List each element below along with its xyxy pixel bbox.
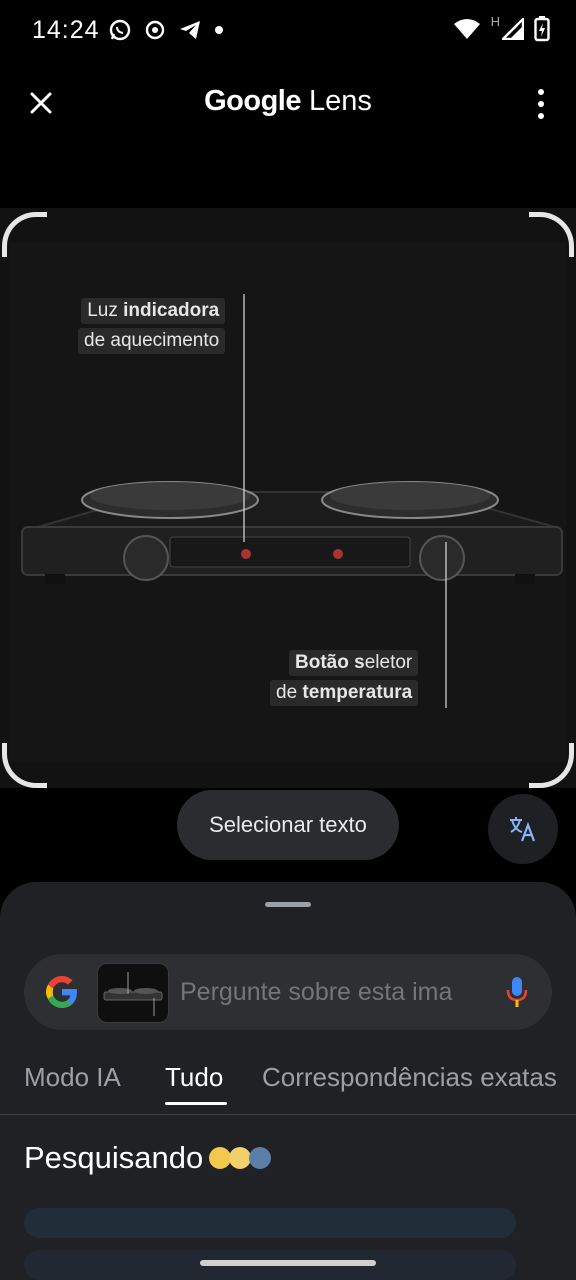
- callout-temperature-knob-line2: de temperatura: [270, 680, 419, 706]
- searching-label: Pesquisando: [24, 1140, 204, 1175]
- app-title: Google Lens: [0, 85, 576, 118]
- app-title-google: Google: [204, 85, 301, 117]
- face-emoji-icon: [229, 1147, 252, 1169]
- mic-icon[interactable]: [506, 976, 528, 1008]
- dot-icon: [215, 26, 223, 34]
- lens-image-area[interactable]: Luz indicadora de aquecimento Botão sele…: [0, 208, 576, 788]
- tab-modo-ia[interactable]: Modo IA: [24, 1062, 121, 1093]
- thumbnail-hot-plate: [103, 972, 163, 1016]
- search-bar[interactable]: [24, 954, 552, 1030]
- google-g-icon: [46, 976, 77, 1008]
- status-time: 14:24: [32, 16, 100, 44]
- app-title-lens: Lens: [309, 85, 372, 117]
- telegram-icon: [180, 21, 200, 39]
- tab-correspondencias-exatas[interactable]: Correspondências exatas: [262, 1062, 557, 1093]
- whatsapp-icon: [109, 19, 131, 41]
- status-notification-icons: [108, 18, 224, 42]
- query-image-thumbnail[interactable]: [97, 963, 169, 1023]
- avatar-emoji-icon: [249, 1147, 272, 1169]
- status-bar: 14:24 H: [0, 0, 576, 62]
- select-text-button[interactable]: Selecionar texto: [177, 790, 399, 860]
- top-app-bar: Google Lens: [0, 72, 576, 136]
- network-type-label: H: [490, 14, 500, 29]
- tab-tudo[interactable]: Tudo: [165, 1062, 223, 1093]
- battery-charging-icon: [534, 16, 550, 42]
- callout-heating-light-line1: Luz indicadora: [81, 298, 226, 324]
- search-input[interactable]: [180, 978, 480, 1007]
- product-photo: Luz indicadora de aquecimento Botão sele…: [10, 242, 566, 762]
- callout-heating-light-line2: de aquecimento: [78, 328, 226, 354]
- translate-icon: [510, 817, 536, 842]
- gesture-nav-bar[interactable]: [200, 1260, 376, 1266]
- more-vert-icon[interactable]: [532, 86, 550, 122]
- active-tab-indicator: [165, 1102, 227, 1105]
- sheet-drag-handle[interactable]: [265, 902, 311, 907]
- searching-emoji-icons: [209, 1147, 272, 1169]
- lens-notify-icon: [145, 20, 165, 40]
- signal-icon: [502, 18, 524, 40]
- callout-temperature-knob-line1: Botão seletor: [289, 650, 419, 676]
- searching-status: Pesquisando: [24, 1140, 272, 1176]
- loading-skeleton-line: [24, 1208, 516, 1238]
- callout-heating-light: Luz indicadora de aquecimento: [78, 298, 226, 358]
- callout-temperature-knob: Botão seletor de temperatura: [270, 650, 419, 710]
- translate-button[interactable]: [488, 794, 558, 864]
- results-bottom-sheet: Modo IA Tudo Correspondências exatas Pes…: [0, 882, 576, 1280]
- status-system-icons: H: [453, 14, 550, 42]
- result-tabs: Modo IA Tudo Correspondências exatas: [0, 1056, 576, 1115]
- face-emoji-icon: [209, 1147, 232, 1169]
- wifi-icon: [453, 19, 480, 39]
